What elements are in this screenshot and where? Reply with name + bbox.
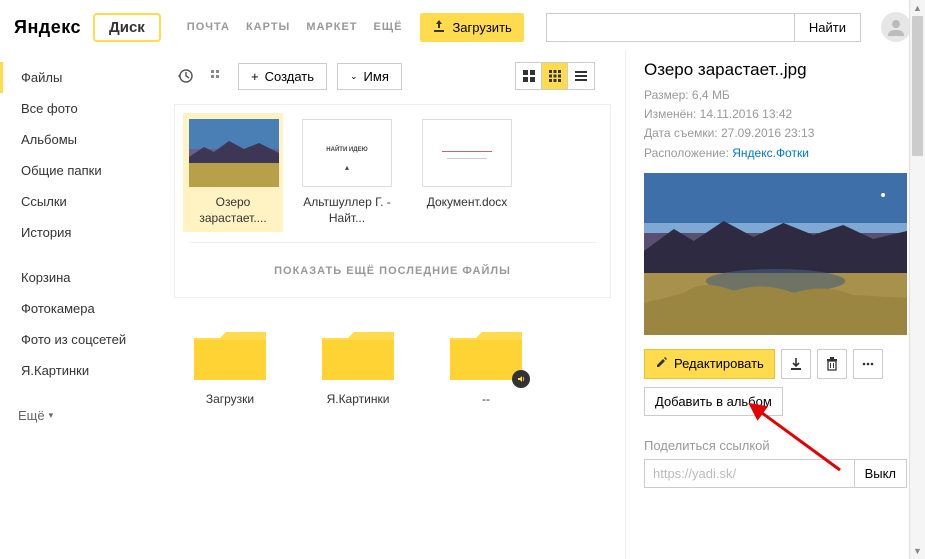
folder-name: -- [436, 392, 536, 408]
details-panel: Озеро зарастает..jpg Размер: 6,4 МБ Изме… [625, 50, 925, 559]
search-input[interactable] [547, 14, 794, 41]
settings-icon[interactable] [206, 65, 228, 87]
share-toggle-button[interactable]: Выкл [855, 459, 907, 488]
folder-card[interactable]: Я.Картинки [308, 326, 408, 408]
create-button[interactable]: + Создать [238, 63, 327, 90]
file-thumbnail [189, 119, 279, 187]
more-button[interactable] [853, 349, 883, 379]
sidebar-item-allphotos[interactable]: Все фото [0, 93, 160, 124]
chevron-down-icon: ⌄ [350, 71, 358, 82]
add-to-album-button[interactable]: Добавить в альбом [644, 387, 783, 416]
folder-name: Я.Картинки [308, 392, 408, 408]
view-tiles[interactable] [542, 63, 568, 89]
sidebar-item-camera[interactable]: Фотокамера [0, 293, 160, 324]
upload-button[interactable]: Загрузить [420, 13, 523, 42]
sort-button[interactable]: ⌄ Имя [337, 63, 402, 90]
folder-icon [190, 326, 270, 384]
scroll-up-icon[interactable]: ▲ [910, 0, 925, 16]
sidebar-item-files[interactable]: Файлы [0, 62, 160, 93]
action-row: Редактировать [644, 349, 907, 379]
history-icon[interactable] [174, 65, 196, 87]
file-title: Озеро зарастает..jpg [644, 60, 907, 80]
file-name: Документ.docx [417, 195, 517, 211]
folder-icon [446, 326, 526, 384]
sidebar-item-yapics[interactable]: Я.Картинки [0, 355, 160, 386]
sidebar-item-history[interactable]: История [0, 217, 160, 248]
file-name: Озеро зарастает.... [189, 195, 277, 226]
upload-icon [432, 19, 446, 36]
folder-icon [318, 326, 398, 384]
share-section: Поделиться ссылкой Выкл [644, 438, 907, 488]
nav-mail[interactable]: ПОЧТА [187, 21, 230, 33]
folder-card[interactable]: Загрузки [180, 326, 280, 408]
scrollbar[interactable]: ▲ ▼ [909, 0, 925, 559]
scrollbar-thumb[interactable] [912, 16, 923, 156]
view-large-tiles[interactable] [516, 63, 542, 89]
share-url-input[interactable] [644, 459, 855, 488]
sidebar-item-links[interactable]: Ссылки [0, 186, 160, 217]
nav-more[interactable]: ЕЩЁ [374, 21, 403, 33]
file-preview[interactable] [644, 173, 907, 335]
file-card[interactable]: Озеро зарастает.... [183, 113, 283, 232]
search-box: Найти [546, 13, 861, 42]
sidebar-item-shared[interactable]: Общие папки [0, 155, 160, 186]
top-nav: ПОЧТА КАРТЫ МАРКЕТ ЕЩЁ [187, 21, 403, 33]
content-area: + Создать ⌄ Имя [160, 50, 625, 559]
disk-button[interactable]: Диск [93, 13, 161, 42]
edit-button[interactable]: Редактировать [644, 349, 775, 379]
search-button[interactable]: Найти [794, 14, 860, 41]
file-card[interactable]: Документ.docx [417, 119, 517, 226]
nav-market[interactable]: МАРКЕТ [306, 21, 357, 33]
logo[interactable]: Яндекс [14, 17, 81, 38]
download-button[interactable] [781, 349, 811, 379]
file-thumbnail [422, 119, 512, 187]
plus-icon: + [251, 69, 259, 84]
folder-name: Загрузки [180, 392, 280, 408]
sidebar: Файлы Все фото Альбомы Общие папки Ссылк… [0, 50, 160, 559]
toolbar: + Создать ⌄ Имя [174, 58, 611, 104]
sidebar-item-trash[interactable]: Корзина [0, 262, 160, 293]
header: Яндекс Диск ПОЧТА КАРТЫ МАРКЕТ ЕЩЁ Загру… [0, 0, 925, 50]
sound-badge-icon [512, 370, 530, 388]
view-toggle [515, 62, 595, 90]
edit-icon [655, 356, 668, 372]
file-meta: Размер: 6,4 МБ Изменён: 14.11.2016 13:42… [644, 86, 907, 163]
file-card[interactable]: НАЙТИ ИДЕЮ▴ Альтшуллер Г. - Найт... [297, 119, 397, 226]
share-label: Поделиться ссылкой [644, 438, 907, 453]
show-more-button[interactable]: ПОКАЗАТЬ ЕЩЁ ПОСЛЕДНИЕ ФАЙЛЫ [189, 242, 596, 283]
scroll-down-icon[interactable]: ▼ [910, 543, 925, 559]
folders: Загрузки Я.Картинки -- [174, 298, 611, 408]
sidebar-item-social[interactable]: Фото из соцсетей [0, 324, 160, 355]
avatar[interactable] [881, 12, 911, 42]
upload-label: Загрузить [452, 20, 511, 35]
sidebar-item-albums[interactable]: Альбомы [0, 124, 160, 155]
nav-maps[interactable]: КАРТЫ [246, 21, 290, 33]
recent-files: Озеро зарастает.... НАЙТИ ИДЕЮ▴ Альтшулл… [174, 104, 611, 298]
chevron-down-icon: ▾ [49, 410, 54, 421]
folder-card[interactable]: -- [436, 326, 536, 408]
sidebar-more[interactable]: Ещё ▾ [0, 400, 160, 431]
file-name: Альтшуллер Г. - Найт... [297, 195, 397, 226]
location-link[interactable]: Яндекс.Фотки [732, 146, 809, 160]
delete-button[interactable] [817, 349, 847, 379]
file-thumbnail: НАЙТИ ИДЕЮ▴ [302, 119, 392, 187]
view-list[interactable] [568, 63, 594, 89]
